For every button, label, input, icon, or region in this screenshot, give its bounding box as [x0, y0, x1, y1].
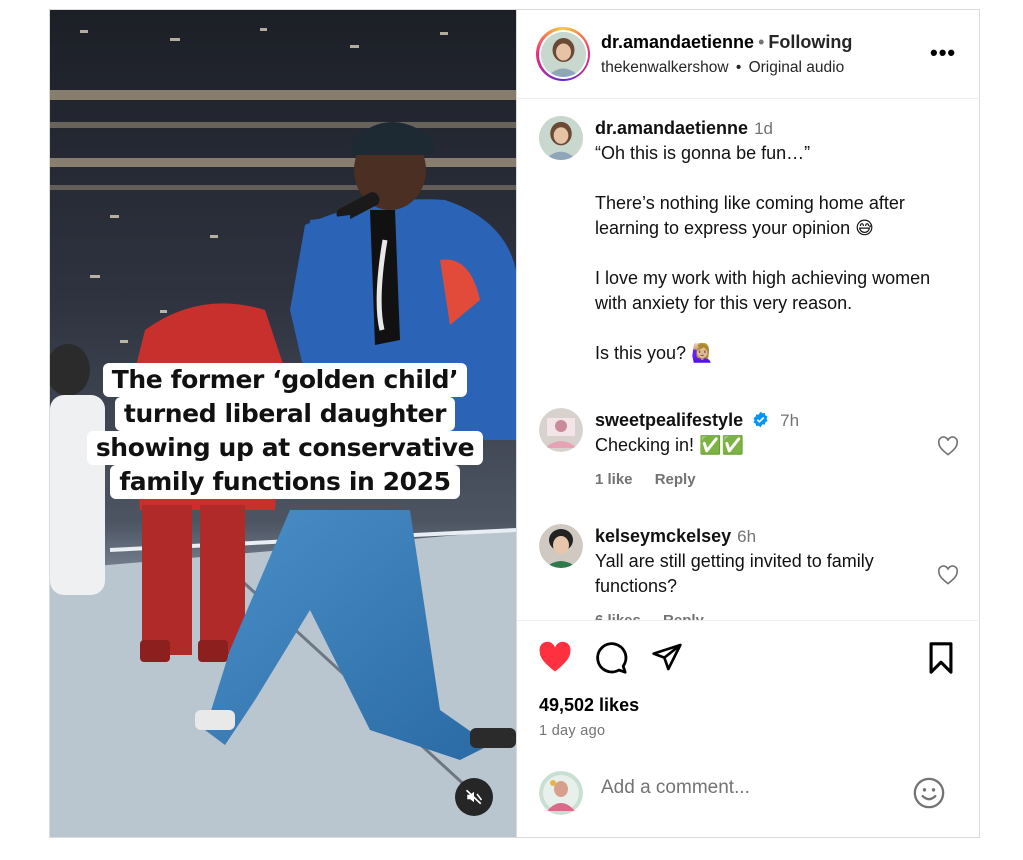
video-caption-overlay: The former ‘golden child’ turned liberal…	[75, 363, 495, 499]
caption-text: “Oh this is gonna be fun…” There’s nothi…	[595, 143, 931, 363]
caption-line: turned liberal daughter	[114, 397, 456, 431]
comment-time: 6h	[737, 527, 757, 546]
following-button[interactable]: Following	[768, 32, 852, 52]
share-paper-plane-icon[interactable]	[650, 641, 684, 673]
likes-count[interactable]: 49,502 likes	[539, 695, 639, 716]
profile-photo-icon	[539, 408, 583, 452]
comment-text: Yall are still getting invited to family…	[595, 551, 874, 596]
post-header: dr.amandaetienne • Following thekenwalkers…	[517, 10, 980, 99]
heart-outline-icon[interactable]	[937, 436, 959, 456]
post-actions: 49,502 likes 1 day ago	[517, 620, 980, 748]
avatar	[539, 771, 583, 815]
like-heart-filled-icon[interactable]	[537, 641, 573, 673]
add-comment-bar	[517, 748, 980, 837]
caption-line: The former ‘golden child’	[102, 363, 468, 397]
comment-likes[interactable]: 1 like	[595, 471, 633, 488]
mute-button[interactable]	[455, 778, 493, 816]
video-player[interactable]: The former ‘golden child’ turned liberal…	[50, 10, 516, 837]
post-container: The former ‘golden child’ turned liberal…	[49, 9, 980, 838]
caption-line: showing up at conservative	[86, 431, 484, 465]
separator-dot: •	[735, 59, 742, 76]
avatar	[540, 31, 586, 77]
verified-badge-icon	[753, 411, 768, 428]
avatar[interactable]	[539, 116, 583, 160]
comments-list[interactable]: dr.amandaetienne 1d “Oh this is gonna be …	[517, 100, 980, 620]
profile-photo-icon	[539, 116, 583, 160]
avatar[interactable]	[539, 524, 583, 568]
username-link[interactable]: dr.amandaetienne	[601, 32, 754, 52]
header-username-line: dr.amandaetienne • Following	[601, 32, 852, 53]
reply-button[interactable]: Reply	[655, 471, 696, 488]
current-user-photo-icon	[539, 771, 583, 815]
post-timestamp: 1 day ago	[539, 723, 606, 739]
comment-time: 7h	[780, 411, 800, 430]
story-ring[interactable]	[536, 27, 590, 81]
comment-bubble-icon[interactable]	[594, 641, 628, 675]
comment-likes[interactable]: 6 likes	[595, 612, 641, 620]
speaker-muted-icon	[465, 789, 483, 805]
save-bookmark-icon[interactable]	[926, 641, 956, 675]
comment-username[interactable]: kelseymckelsey	[595, 526, 731, 546]
emoji-smiley-icon[interactable]	[912, 776, 946, 810]
caption-line: family functions in 2025	[110, 465, 460, 499]
more-options-icon[interactable]: •••	[930, 42, 956, 64]
reply-button[interactable]: Reply	[663, 612, 704, 620]
heart-outline-icon[interactable]	[937, 565, 959, 585]
audio-source-link[interactable]: thekenwalkershow	[601, 59, 729, 76]
avatar[interactable]	[539, 408, 583, 452]
profile-photo-icon	[540, 31, 586, 77]
comment-username[interactable]: sweetpealifestyle	[595, 410, 743, 430]
add-comment-input[interactable]	[601, 773, 901, 803]
original-audio-link[interactable]: Original audio	[749, 59, 845, 76]
comment-username[interactable]: dr.amandaetienne	[595, 118, 748, 138]
profile-photo-icon	[539, 524, 583, 568]
audio-line: thekenwalkershow • Original audio	[601, 59, 844, 77]
comment-time: 1d	[754, 119, 773, 138]
separator-dot: •	[758, 32, 765, 52]
post-side-panel: dr.amandaetienne • Following thekenwalkers…	[516, 10, 980, 837]
comment-text: Checking in! ✅✅	[595, 435, 744, 455]
